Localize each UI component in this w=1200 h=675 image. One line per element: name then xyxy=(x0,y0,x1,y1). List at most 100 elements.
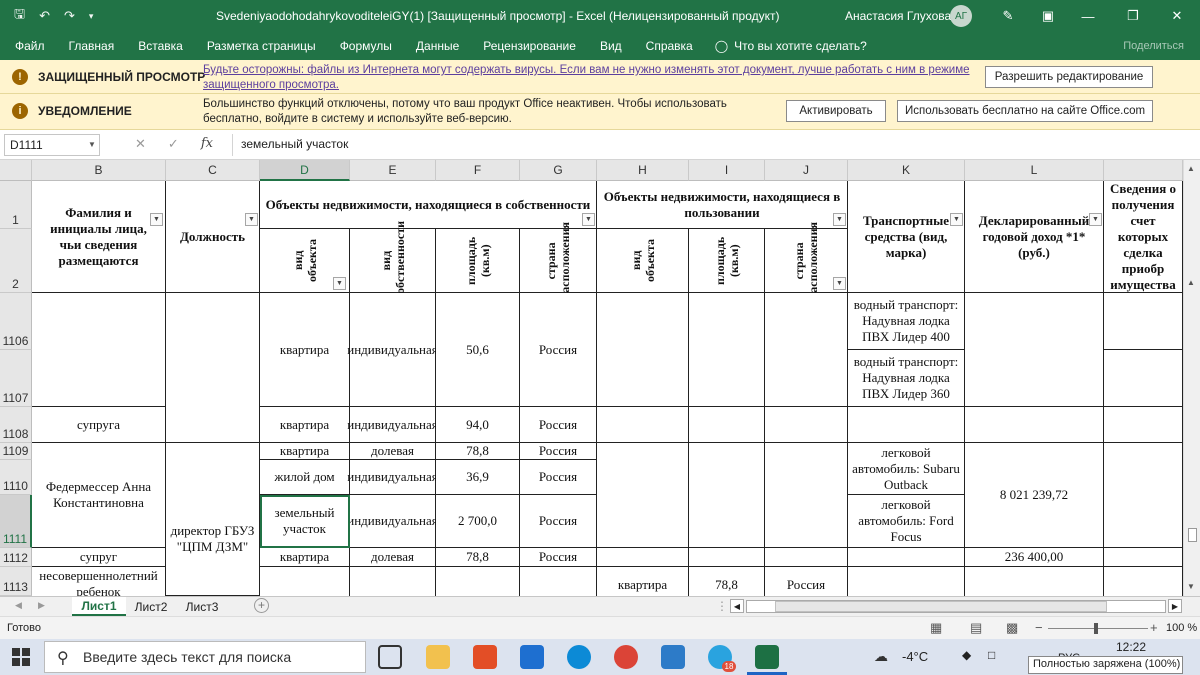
row-header-1109[interactable]: 1109 xyxy=(0,443,32,460)
header-sources[interactable]: Сведения о получения счет которых сделка… xyxy=(1104,181,1183,293)
column-header-i[interactable]: I xyxy=(689,160,765,181)
cell-c1109-position[interactable]: директор ГБУЗ "ЦПМ ДЗМ" xyxy=(166,443,260,596)
scroll-up-icon[interactable]: ▲ xyxy=(1187,164,1195,173)
filter-dropdown-owned[interactable]: ▼ xyxy=(582,213,595,226)
header-vehicles[interactable]: Транспортные средства (вид, марка) xyxy=(848,181,965,293)
normal-view-icon[interactable]: ▦ xyxy=(930,620,942,636)
zoom-slider[interactable] xyxy=(1048,623,1148,634)
cell-g1106[interactable]: Россия xyxy=(520,293,597,407)
page-layout-icon[interactable]: ▤ xyxy=(970,620,982,636)
sheet-tab-1[interactable]: Лист1 xyxy=(72,597,126,616)
cell-l1109-income[interactable]: 8 021 239,72 xyxy=(965,443,1104,548)
tab-insert[interactable]: Вставка xyxy=(126,39,195,53)
zoom-out-icon[interactable]: − xyxy=(1035,620,1043,635)
scroll-thumb[interactable] xyxy=(1188,528,1197,542)
row-header-1112[interactable]: 1112 xyxy=(0,548,32,567)
task-view-icon[interactable] xyxy=(378,645,402,669)
cell-d1110[interactable]: жилой дом xyxy=(260,460,350,495)
tab-splitter-icon[interactable]: ⋮ xyxy=(716,599,728,613)
cell-h1109[interactable] xyxy=(597,443,689,548)
cell-k1111-car2[interactable]: легковой автомобиль: Ford Focus xyxy=(848,495,965,548)
cell-j1112[interactable] xyxy=(765,548,848,567)
row-header-1107[interactable]: 1107 xyxy=(0,350,32,407)
cell-m1109[interactable] xyxy=(1104,443,1183,548)
tab-formulas[interactable]: Формулы xyxy=(328,39,404,53)
sheet-tab-3[interactable]: Лист3 xyxy=(178,597,226,616)
cell-g1109[interactable]: Россия xyxy=(520,443,597,460)
scroll-left-icon[interactable]: ◀ xyxy=(730,599,744,613)
cell-i1106[interactable] xyxy=(689,293,765,407)
cell-d1112[interactable]: квартира xyxy=(260,548,350,567)
cell-h1112[interactable] xyxy=(597,548,689,567)
tab-file[interactable]: Файл xyxy=(0,39,57,53)
office-icon[interactable] xyxy=(473,645,497,669)
tab-data[interactable]: Данные xyxy=(404,39,471,53)
select-all-corner[interactable] xyxy=(0,160,32,181)
vertical-scrollbar[interactable]: ▲ ▲ ▼ xyxy=(1183,160,1200,596)
cell-m1108[interactable] xyxy=(1104,407,1183,443)
scroll-down-icon[interactable]: ▼ xyxy=(1187,582,1195,591)
cell-j1108[interactable] xyxy=(765,407,848,443)
cell-f1113[interactable] xyxy=(436,567,520,596)
column-header-d[interactable]: D xyxy=(260,160,350,181)
column-header-h[interactable]: H xyxy=(597,160,689,181)
header-income[interactable]: Декларированный годовой доход *1* (руб.) xyxy=(965,181,1104,293)
cell-h1108[interactable] xyxy=(597,407,689,443)
header-fio[interactable]: Фамилия и инициалы лица, чьи сведения ра… xyxy=(32,181,166,293)
scroll-right-icon[interactable]: ▶ xyxy=(1168,599,1182,613)
cell-e1112[interactable]: долевая xyxy=(350,548,436,567)
filter-dropdown-income[interactable]: ▼ xyxy=(1089,213,1102,226)
cell-m1106[interactable] xyxy=(1104,293,1183,350)
prev-sheet-icon[interactable]: ◀ xyxy=(15,600,22,611)
undo-icon[interactable]: ↶ xyxy=(39,8,50,24)
cell-f1108[interactable]: 94,0 xyxy=(436,407,520,443)
cell-e1109[interactable]: долевая xyxy=(350,443,436,460)
cell-b1108[interactable]: супруга xyxy=(32,407,166,443)
cell-i1112[interactable] xyxy=(689,548,765,567)
cell-e1108[interactable]: индивидуальная xyxy=(347,407,438,443)
column-header-b[interactable]: B xyxy=(32,160,166,181)
clock-time[interactable]: 12:22 xyxy=(1116,640,1146,654)
row-header-1110[interactable]: 1110 xyxy=(0,460,32,495)
enter-icon[interactable]: ✓ xyxy=(168,136,179,152)
next-sheet-icon[interactable]: ▶ xyxy=(38,600,45,611)
worksheet-grid[interactable]: B C D E F G H I J K L 1 2 1106 1107 1108… xyxy=(0,160,1200,596)
cell-k1112[interactable] xyxy=(848,548,965,567)
cell-g1111[interactable]: Россия xyxy=(520,495,597,548)
row-header-1[interactable]: 1 xyxy=(0,181,32,229)
insert-function-icon[interactable]: fx xyxy=(201,136,213,152)
tab-view[interactable]: Вид xyxy=(588,39,634,53)
cell-k1113[interactable] xyxy=(848,567,965,596)
filter-dropdown-position[interactable]: ▼ xyxy=(245,213,258,226)
share-button[interactable]: Поделиться xyxy=(1123,40,1184,52)
tab-page-layout[interactable]: Разметка страницы xyxy=(195,39,328,53)
subheader-area-used[interactable]: площадь (кв.м) xyxy=(689,229,765,293)
scroll-up-icon-2[interactable]: ▲ xyxy=(1187,278,1195,287)
column-header-e[interactable]: E xyxy=(350,160,436,181)
cell-k1107[interactable]: водный транспорт: Надувная лодка ПВХ Лид… xyxy=(848,350,965,407)
minimize-icon[interactable]: — xyxy=(1065,0,1111,32)
cell-k1106[interactable]: водный транспорт: Надувная лодка ПВХ Лид… xyxy=(848,293,965,350)
edge-icon[interactable] xyxy=(567,645,591,669)
tab-review[interactable]: Рецензирование xyxy=(471,39,588,53)
row-header-1113[interactable]: 1113 xyxy=(0,567,32,596)
cell-j1106[interactable] xyxy=(765,293,848,407)
close-icon[interactable]: ✕ xyxy=(1154,0,1200,32)
cell-k1108[interactable] xyxy=(848,407,965,443)
cancel-icon[interactable]: ✕ xyxy=(135,136,146,152)
tab-home[interactable]: Главная xyxy=(57,39,127,53)
activate-button[interactable]: Активировать xyxy=(786,100,886,122)
cell-i1108[interactable] xyxy=(689,407,765,443)
subheader-own-type[interactable]: вид собственности xyxy=(350,221,436,300)
cell-b1112[interactable]: супруг xyxy=(32,548,166,567)
cell-e1113[interactable] xyxy=(350,567,436,596)
cell-f1112[interactable]: 78,8 xyxy=(436,548,520,567)
column-header-c[interactable]: C xyxy=(166,160,260,181)
cell-b1106[interactable] xyxy=(32,293,166,407)
user-name[interactable]: Анастасия Глухова xyxy=(845,9,951,23)
header-position[interactable]: Должность xyxy=(166,181,260,293)
horizontal-scrollbar[interactable] xyxy=(746,600,1166,613)
taskbar-search-input[interactable]: ⚲ Введите здесь текст для поиска xyxy=(44,641,366,673)
tab-help[interactable]: Справка xyxy=(634,39,705,53)
cell-c1106[interactable] xyxy=(166,293,260,443)
